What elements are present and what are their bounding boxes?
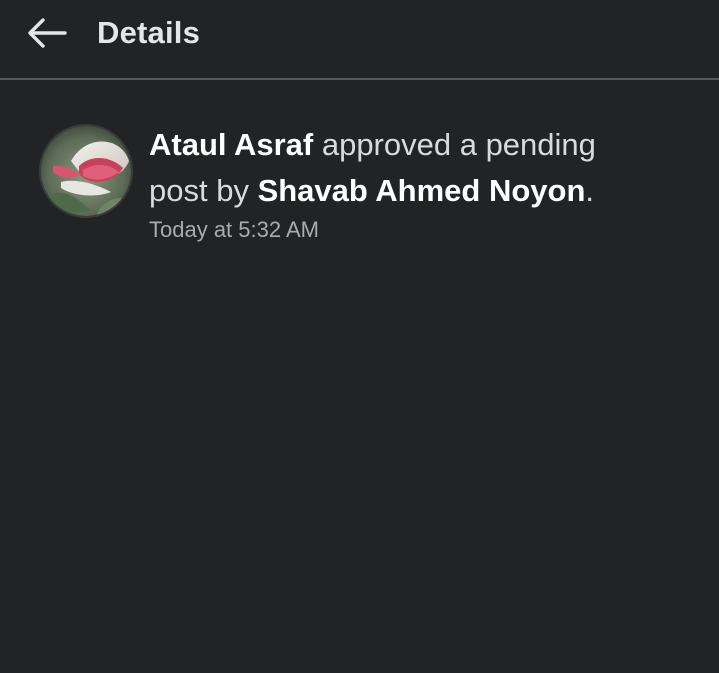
timestamp: Today at 5:32 AM <box>149 217 319 242</box>
notification-text: Ataul Asraf approved a pending post by Sh… <box>149 122 689 244</box>
top-app-bar: Details <box>0 0 719 80</box>
arrow-left-icon <box>28 18 67 48</box>
avatar[interactable] <box>39 124 133 218</box>
back-button[interactable] <box>20 10 74 56</box>
flower-avatar-image <box>41 126 131 216</box>
notification-message: Ataul Asraf approved a pending post by Sh… <box>149 122 689 214</box>
action-text-1: approved a pending <box>313 127 596 162</box>
actor-name[interactable]: Ataul Asraf <box>149 127 313 162</box>
action-text-2: post by <box>149 173 258 208</box>
page-title: Details <box>97 15 201 50</box>
subject-name[interactable]: Shavab Ahmed Noyon <box>258 173 586 208</box>
end-punctuation: . <box>585 173 595 208</box>
